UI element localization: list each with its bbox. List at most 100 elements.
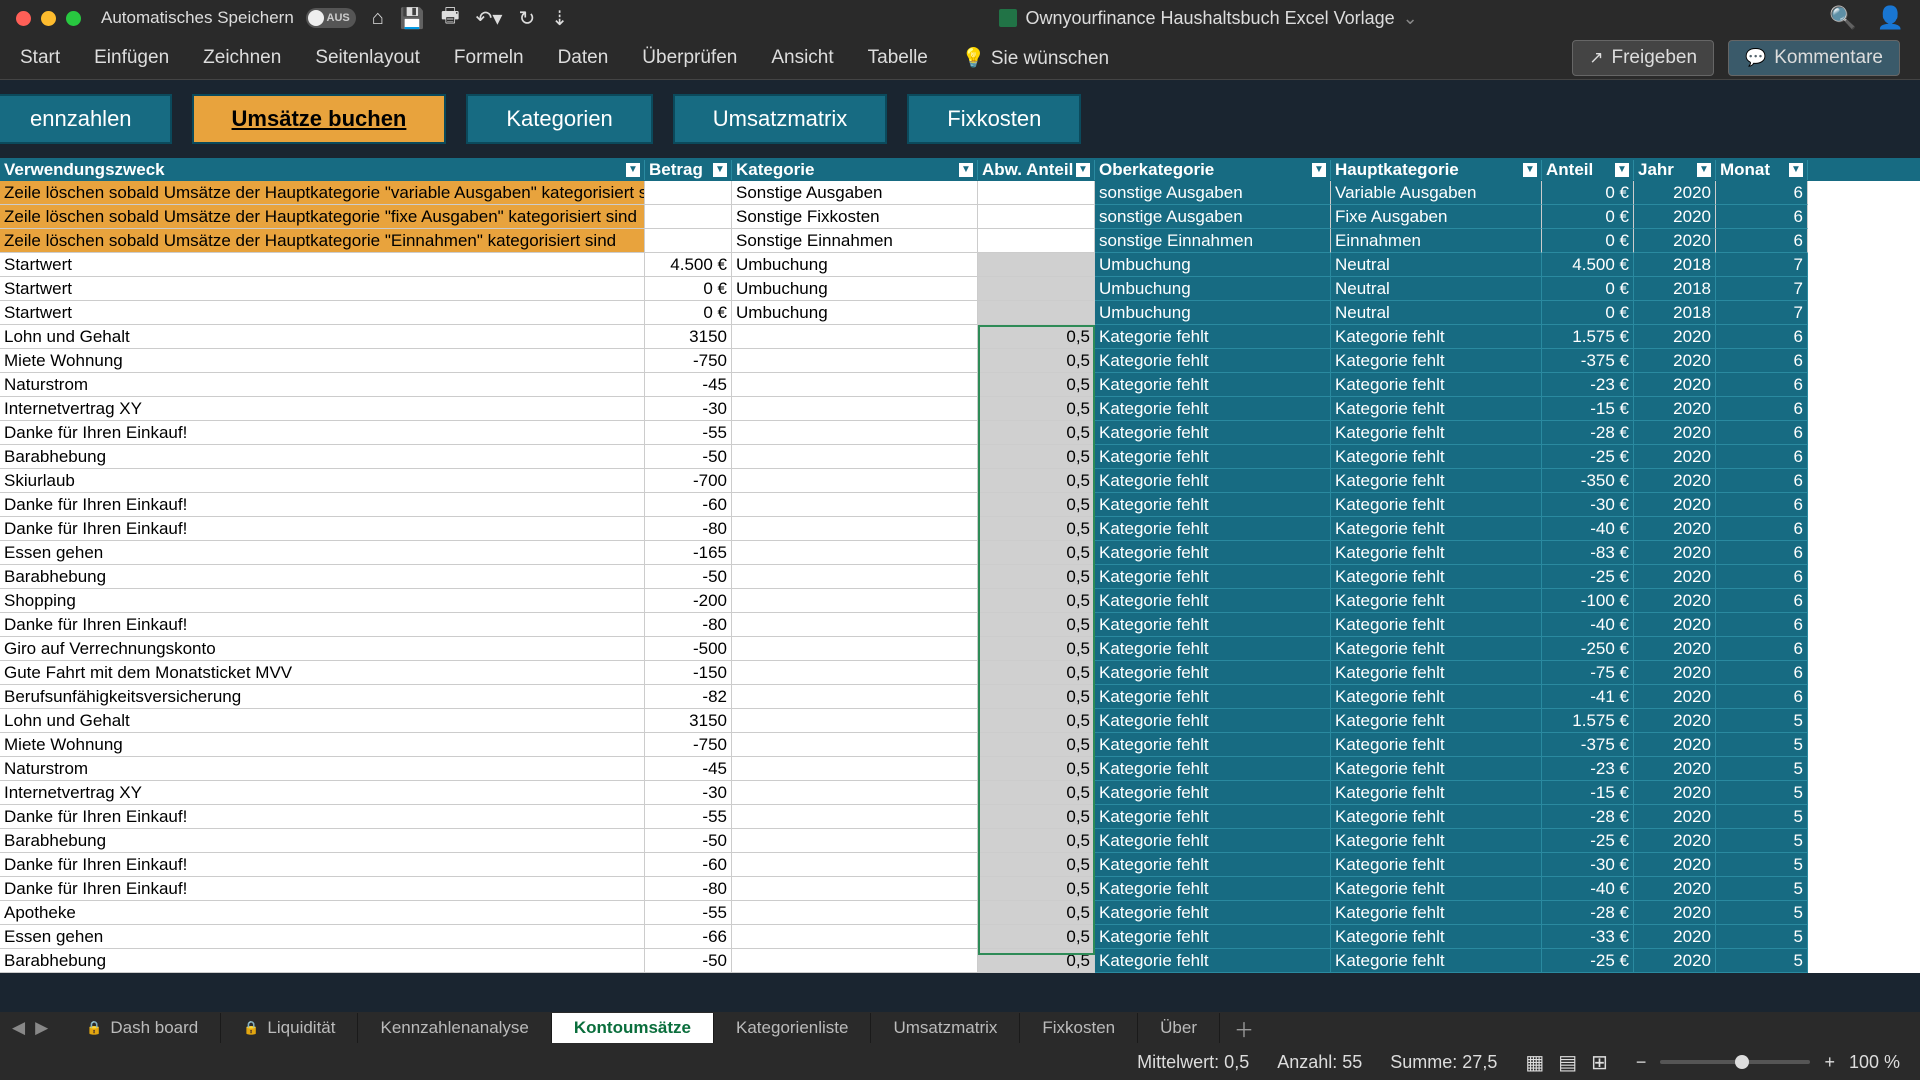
cell-betrag[interactable]: -500	[645, 637, 732, 661]
cell-hauptkat[interactable]: Kategorie fehlt	[1331, 757, 1542, 781]
cell-abw[interactable]: 0,5	[978, 325, 1095, 349]
cell-monat[interactable]: 6	[1716, 565, 1808, 589]
cell-oberkat[interactable]: Kategorie fehlt	[1095, 637, 1331, 661]
cell-jahr[interactable]: 2020	[1634, 541, 1716, 565]
cell-anteil[interactable]: -15 €	[1542, 781, 1634, 805]
cell-betrag[interactable]: -60	[645, 493, 732, 517]
cell-monat[interactable]: 6	[1716, 589, 1808, 613]
cell-jahr[interactable]: 2020	[1634, 877, 1716, 901]
home-icon[interactable]: ⌂	[372, 7, 384, 30]
page-layout-icon[interactable]: ▤	[1558, 1050, 1577, 1075]
cell-oberkat[interactable]: Kategorie fehlt	[1095, 925, 1331, 949]
cell-abw[interactable]: 0,5	[978, 901, 1095, 925]
cell-abw[interactable]: 0,5	[978, 589, 1095, 613]
cell-verwend[interactable]: Startwert	[0, 253, 645, 277]
cell-kategorie[interactable]	[732, 685, 978, 709]
header-hauptkategorie[interactable]: Hauptkategorie▼	[1331, 160, 1542, 180]
cell-anteil[interactable]: 1.575 €	[1542, 709, 1634, 733]
cell-kategorie[interactable]	[732, 445, 978, 469]
cell-kategorie[interactable]	[732, 613, 978, 637]
table-row[interactable]: Zeile löschen sobald Umsätze der Hauptka…	[0, 181, 1920, 205]
cell-kategorie[interactable]	[732, 757, 978, 781]
cell-verwend[interactable]: Danke für Ihren Einkauf!	[0, 493, 645, 517]
table-row[interactable]: Internetvertrag XY-300,5Kategorie fehltK…	[0, 397, 1920, 421]
sheet-tab[interactable]: Kontoumsätze	[552, 1013, 714, 1043]
cell-verwend[interactable]: Skiurlaub	[0, 469, 645, 493]
cell-betrag[interactable]	[645, 205, 732, 229]
table-row[interactable]: Startwert0 €UmbuchungUmbuchungNeutral0 €…	[0, 301, 1920, 325]
tab-insert[interactable]: Einfügen	[94, 47, 169, 69]
cell-oberkat[interactable]: Umbuchung	[1095, 301, 1331, 325]
header-verwendungszweck[interactable]: Verwendungszweck▼	[0, 160, 645, 180]
cell-betrag[interactable]: -45	[645, 757, 732, 781]
search-icon[interactable]: 🔍	[1829, 5, 1856, 31]
cell-betrag[interactable]	[645, 229, 732, 253]
cell-anteil[interactable]: -33 €	[1542, 925, 1634, 949]
cell-monat[interactable]: 6	[1716, 685, 1808, 709]
table-row[interactable]: Miete Wohnung-7500,5Kategorie fehltKateg…	[0, 733, 1920, 757]
sheet-tab[interactable]: Umsatzmatrix	[871, 1013, 1020, 1043]
cell-jahr[interactable]: 2020	[1634, 205, 1716, 229]
cell-jahr[interactable]: 2018	[1634, 301, 1716, 325]
cell-hauptkat[interactable]: Kategorie fehlt	[1331, 685, 1542, 709]
cell-betrag[interactable]: -66	[645, 925, 732, 949]
cell-abw[interactable]: 0,5	[978, 541, 1095, 565]
cell-kategorie[interactable]	[732, 541, 978, 565]
cell-monat[interactable]: 5	[1716, 709, 1808, 733]
cell-kategorie[interactable]	[732, 853, 978, 877]
cell-abw[interactable]: 0,5	[978, 805, 1095, 829]
cell-oberkat[interactable]: Kategorie fehlt	[1095, 349, 1331, 373]
tab-draw[interactable]: Zeichnen	[203, 47, 281, 69]
tab-formulas[interactable]: Formeln	[454, 47, 524, 69]
nav-umsatzmatrix[interactable]: Umsatzmatrix	[673, 94, 887, 144]
normal-view-icon[interactable]: ▦	[1525, 1050, 1544, 1075]
cell-jahr[interactable]: 2020	[1634, 373, 1716, 397]
cell-oberkat[interactable]: Kategorie fehlt	[1095, 493, 1331, 517]
cell-monat[interactable]: 5	[1716, 805, 1808, 829]
cell-betrag[interactable]: -55	[645, 805, 732, 829]
cell-anteil[interactable]: -25 €	[1542, 829, 1634, 853]
cell-hauptkat[interactable]: Variable Ausgaben	[1331, 181, 1542, 205]
cell-hauptkat[interactable]: Kategorie fehlt	[1331, 949, 1542, 973]
table-row[interactable]: Naturstrom-450,5Kategorie fehltKategorie…	[0, 757, 1920, 781]
cell-betrag[interactable]: -150	[645, 661, 732, 685]
cell-anteil[interactable]: -40 €	[1542, 517, 1634, 541]
more-icon[interactable]: ⇣	[551, 6, 568, 31]
cell-verwend[interactable]: Danke für Ihren Einkauf!	[0, 805, 645, 829]
cell-oberkat[interactable]: Kategorie fehlt	[1095, 805, 1331, 829]
cell-abw[interactable]	[978, 205, 1095, 229]
cell-hauptkat[interactable]: Kategorie fehlt	[1331, 637, 1542, 661]
redo-icon[interactable]: ↻	[518, 6, 535, 31]
cell-jahr[interactable]: 2020	[1634, 181, 1716, 205]
cell-anteil[interactable]: -30 €	[1542, 493, 1634, 517]
cell-jahr[interactable]: 2020	[1634, 613, 1716, 637]
cell-hauptkat[interactable]: Neutral	[1331, 277, 1542, 301]
cell-abw[interactable]: 0,5	[978, 925, 1095, 949]
cell-monat[interactable]: 7	[1716, 301, 1808, 325]
zoom-level[interactable]: 100 %	[1849, 1052, 1900, 1073]
cell-monat[interactable]: 6	[1716, 493, 1808, 517]
cell-anteil[interactable]: 1.575 €	[1542, 325, 1634, 349]
cell-kategorie[interactable]	[732, 781, 978, 805]
cell-betrag[interactable]: -165	[645, 541, 732, 565]
cell-anteil[interactable]: 0 €	[1542, 301, 1634, 325]
table-row[interactable]: Danke für Ihren Einkauf!-550,5Kategorie …	[0, 421, 1920, 445]
nav-kategorien[interactable]: Kategorien	[466, 94, 652, 144]
cell-kategorie[interactable]	[732, 493, 978, 517]
cell-monat[interactable]: 7	[1716, 277, 1808, 301]
undo-icon[interactable]: ↶▾	[476, 6, 503, 31]
cell-oberkat[interactable]: Kategorie fehlt	[1095, 853, 1331, 877]
cell-anteil[interactable]: -40 €	[1542, 877, 1634, 901]
cell-abw[interactable]	[978, 301, 1095, 325]
cell-verwend[interactable]: Giro auf Verrechnungskonto	[0, 637, 645, 661]
cell-betrag[interactable]: -50	[645, 829, 732, 853]
cell-betrag[interactable]: -80	[645, 877, 732, 901]
cell-hauptkat[interactable]: Kategorie fehlt	[1331, 589, 1542, 613]
cell-verwend[interactable]: Danke für Ihren Einkauf!	[0, 613, 645, 637]
cell-anteil[interactable]: -375 €	[1542, 733, 1634, 757]
zoom-slider[interactable]	[1660, 1060, 1810, 1064]
cell-oberkat[interactable]: Kategorie fehlt	[1095, 469, 1331, 493]
cell-abw[interactable]: 0,5	[978, 373, 1095, 397]
cell-kategorie[interactable]	[732, 373, 978, 397]
header-anteil[interactable]: Anteil▼	[1542, 160, 1634, 180]
